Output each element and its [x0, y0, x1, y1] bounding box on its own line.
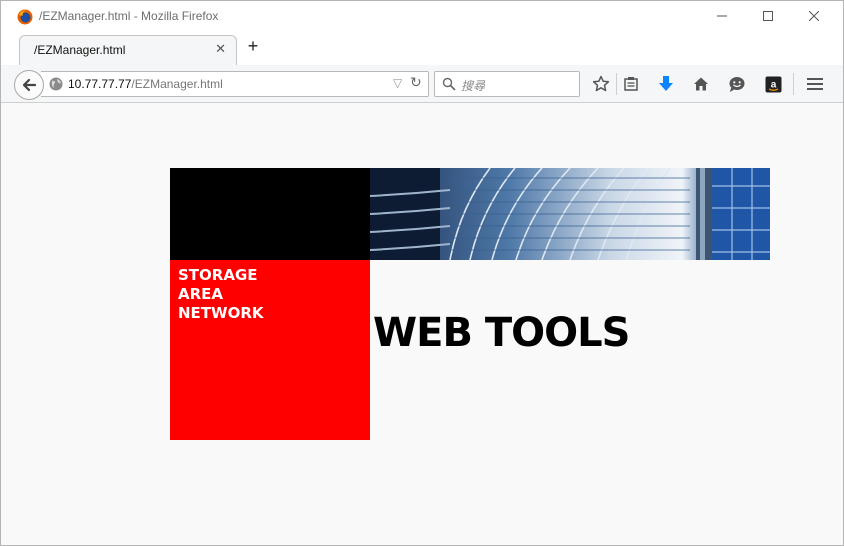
close-icon: [809, 11, 819, 21]
san-label: STORAGE AREA NETWORK: [178, 266, 264, 323]
maximize-icon: [763, 11, 773, 21]
dropdown-icon[interactable]: ▽: [393, 76, 402, 90]
tab-label: /EZManager.html: [34, 43, 126, 57]
amazon-icon: a: [765, 76, 781, 92]
chat-button[interactable]: [727, 74, 747, 94]
san-red-block: STORAGE AREA NETWORK: [170, 260, 370, 440]
tab-strip: /EZManager.html ✕: [1, 33, 843, 65]
close-button[interactable]: [791, 1, 837, 31]
tab-ezmanager[interactable]: /EZManager.html ✕: [19, 35, 237, 65]
download-button[interactable]: [656, 74, 676, 94]
new-tab-button[interactable]: +: [244, 37, 262, 57]
banner-black-block: [170, 168, 370, 260]
reading-list-icon: [624, 77, 638, 91]
amazon-button[interactable]: a: [763, 74, 783, 94]
download-icon: [659, 76, 673, 91]
url-text[interactable]: 10.77.77.77/EZManager.html: [68, 77, 223, 91]
back-button[interactable]: [14, 70, 44, 100]
search-bar[interactable]: 搜尋: [434, 71, 580, 97]
svg-text:a: a: [770, 79, 776, 90]
url-host: 10.77.77.77: [68, 77, 132, 91]
bookmark-star-button[interactable]: [591, 74, 611, 94]
window-title: /EZManager.html - Mozilla Firefox: [39, 9, 219, 23]
globe-icon: [49, 77, 63, 91]
title-bar: /EZManager.html - Mozilla Firefox: [1, 1, 843, 33]
url-bar[interactable]: 10.77.77.77/EZManager.html ▽ ↻: [41, 71, 429, 97]
building-photo: [370, 168, 770, 260]
menu-button[interactable]: [805, 74, 825, 94]
maximize-button[interactable]: [745, 1, 791, 31]
url-path: /EZManager.html: [131, 77, 223, 91]
firefox-logo-icon: [17, 9, 33, 25]
navigation-bar: 10.77.77.77/EZManager.html ▽ ↻ 搜尋 a: [1, 65, 843, 103]
reload-icon[interactable]: ↻: [410, 75, 422, 91]
tab-close-icon[interactable]: ✕: [215, 42, 226, 57]
bookmark-star-icon: [592, 75, 610, 92]
reading-list-button[interactable]: [621, 74, 641, 94]
browser-window: /EZManager.html - Mozilla Firefox /EZMan…: [0, 0, 844, 546]
search-icon: [442, 77, 456, 91]
chat-icon: [729, 77, 745, 92]
web-tools-heading: WEB TOOLS: [373, 310, 630, 356]
home-icon: [694, 77, 708, 91]
minimize-button[interactable]: [699, 1, 745, 31]
minimize-icon: [717, 15, 727, 17]
home-button[interactable]: [691, 74, 711, 94]
san-line-storage: STORAGE: [178, 266, 258, 284]
san-line-network: NETWORK: [178, 304, 264, 322]
san-line-area: AREA: [178, 285, 224, 303]
search-placeholder: 搜尋: [461, 79, 486, 93]
menu-icon: [807, 78, 823, 90]
toolbar-separator: [616, 73, 617, 95]
back-arrow-icon: [22, 78, 37, 92]
toolbar-separator: [793, 73, 794, 95]
page-content: STORAGE AREA NETWORK WEB TOOLS: [9, 104, 835, 538]
